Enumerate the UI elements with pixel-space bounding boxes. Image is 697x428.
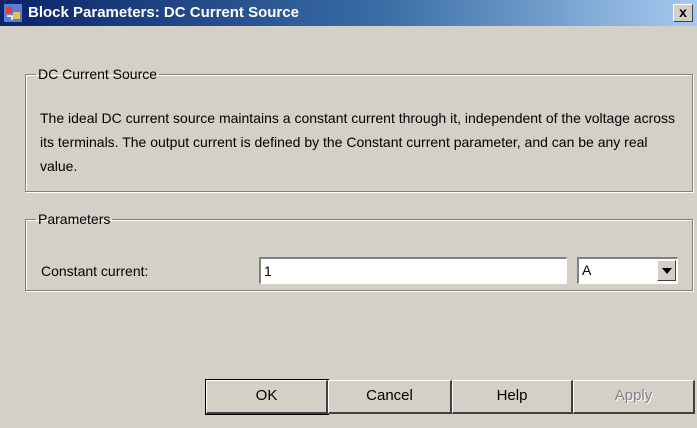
apply-button[interactable]: Apply bbox=[573, 380, 695, 414]
simulink-block-icon bbox=[4, 4, 22, 22]
window-title: Block Parameters: DC Current Source bbox=[28, 4, 299, 21]
ok-button[interactable]: OK bbox=[205, 379, 329, 415]
parameters-group-legend: Parameters bbox=[38, 211, 111, 227]
unit-selected-value: A bbox=[582, 262, 592, 278]
constant-current-input[interactable] bbox=[259, 257, 567, 284]
block-parameters-dialog: Block Parameters: DC Current Source x DC… bbox=[0, 0, 697, 428]
help-button[interactable]: Help bbox=[452, 380, 573, 414]
title-bar[interactable]: Block Parameters: DC Current Source x bbox=[0, 0, 697, 26]
parameters-group: Parameters Constant current: A bbox=[25, 211, 693, 291]
cancel-button[interactable]: Cancel bbox=[328, 380, 452, 414]
constant-current-label: Constant current: bbox=[41, 263, 149, 279]
description-group: DC Current Source The ideal DC current s… bbox=[25, 66, 693, 192]
close-icon: x bbox=[679, 4, 687, 20]
description-group-legend: DC Current Source bbox=[38, 66, 158, 82]
chevron-down-icon bbox=[662, 268, 672, 274]
dropdown-button[interactable] bbox=[657, 260, 676, 281]
block-description: The ideal DC current source maintains a … bbox=[40, 110, 676, 174]
unit-dropdown[interactable]: A bbox=[577, 257, 678, 284]
close-button[interactable]: x bbox=[673, 4, 693, 22]
